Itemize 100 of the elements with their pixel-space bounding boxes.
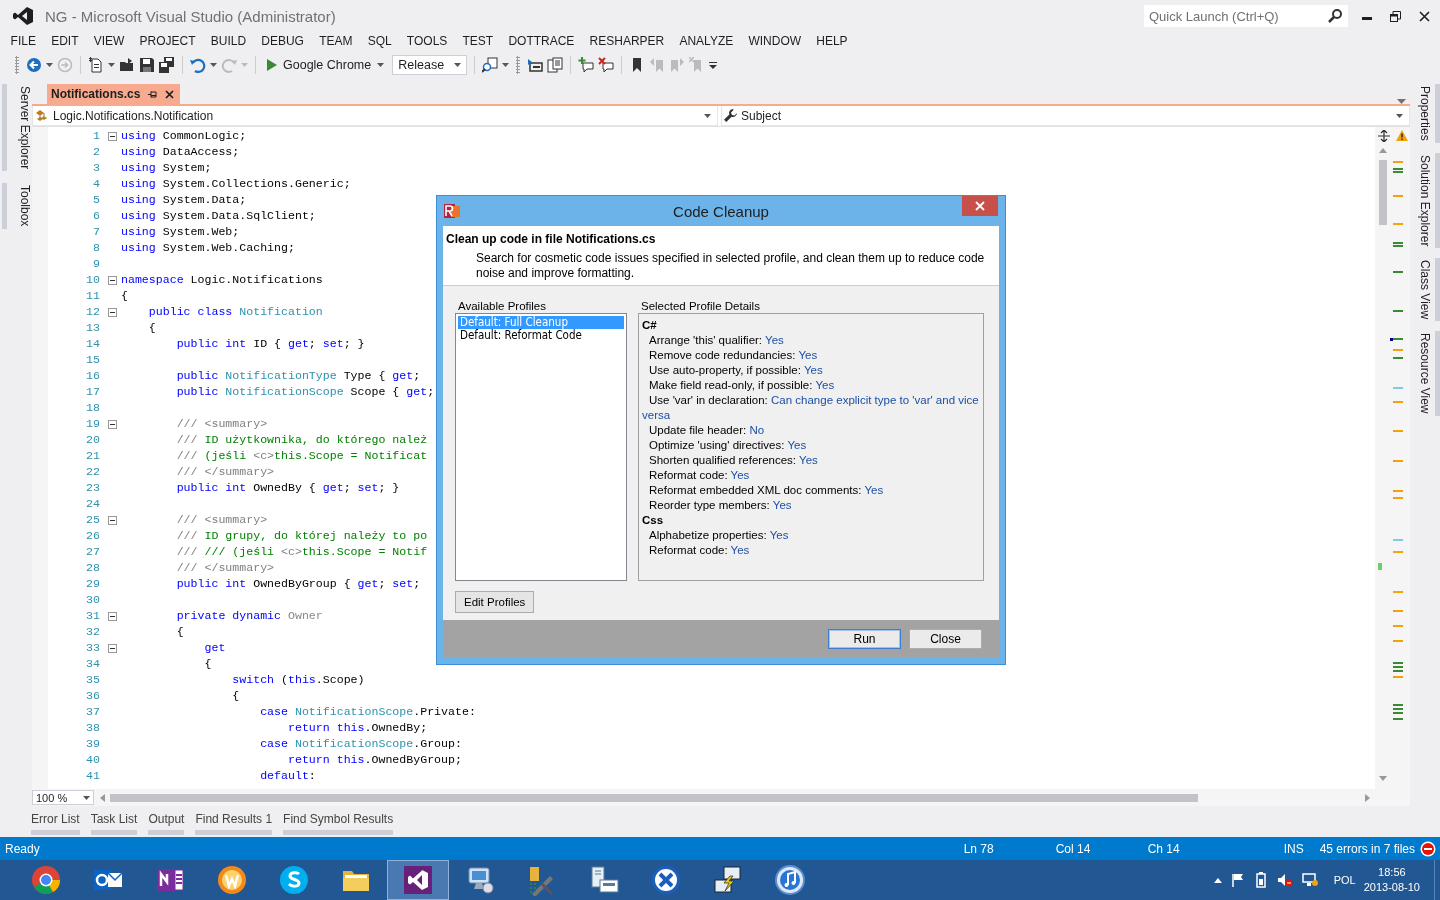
code-line: using System.Web.Caching; [121,240,295,256]
chevron-up-icon[interactable] [1213,877,1222,883]
document-tab[interactable]: Notifications.cs [47,84,181,104]
caret-icon[interactable] [1396,113,1403,118]
menu-item[interactable]: TOOLS [399,34,455,48]
code-line: get [203,640,226,656]
side-tab[interactable]: Properties [1415,84,1440,143]
caret-icon[interactable] [83,795,90,800]
menu-item[interactable]: PROJECT [131,34,204,48]
cross-circle-icon[interactable] [650,864,682,896]
undo-icon[interactable] [190,57,206,73]
code-line: namespace Logic.Notifications [121,272,323,288]
close-icon[interactable] [165,89,175,99]
music-icon[interactable] [774,864,806,896]
overflow-icon[interactable] [709,60,718,70]
remove-comment-icon[interactable] [598,57,615,73]
browser-icon[interactable] [30,864,62,896]
tab-list-icon[interactable] [1397,99,1406,104]
connection-icon[interactable] [712,864,744,896]
profile-setting: Reformat embedded XML doc comments: Yes [648,483,885,498]
menu-item[interactable]: ANALYZE [671,34,741,48]
add-comment-icon[interactable] [578,57,595,73]
menu-item[interactable]: DOTTRACE [500,34,582,48]
clock-time[interactable]: 18:56 [1378,865,1406,880]
close-button[interactable] [962,196,998,216]
error-count[interactable]: 45 errors in 7 files [1319,841,1415,856]
restore-icon[interactable] [1390,10,1401,22]
code-line: /// </summary> [175,560,275,576]
code-line: using System.Web; [121,224,240,240]
network-icon[interactable] [1301,873,1318,887]
caret-icon[interactable] [210,63,217,67]
insert-mode-indicator: INS [1283,841,1304,856]
menu-item[interactable]: FILE [3,34,44,48]
computer-icon[interactable] [588,864,620,896]
collapse-icon[interactable] [108,611,117,621]
quick-launch-field[interactable]: Quick Launch (Ctrl+Q) [1144,5,1348,27]
chat-icon[interactable] [278,864,310,896]
collapse-icon[interactable] [108,515,117,525]
collapse-icon[interactable] [108,307,117,317]
clock-date[interactable]: 2013-08-10 [1363,880,1420,895]
line-number: 40 [86,753,100,766]
language-indicator[interactable]: POL [1333,874,1356,886]
flag-icon[interactable] [1230,873,1245,887]
infinity-icon[interactable] [402,864,434,896]
dialog-button[interactable]: Close [909,629,982,649]
pin-icon[interactable] [148,89,158,99]
code-line: private dynamic Owner [175,608,323,624]
save-icon[interactable] [139,57,155,73]
code-line: using System.Collections.Generic; [121,176,351,192]
new-project-icon[interactable] [88,57,104,73]
zoom-dropdown[interactable]: 100 % [32,790,94,805]
side-tab[interactable]: Class View [1415,258,1440,322]
caret-icon[interactable] [502,63,510,67]
caret-icon[interactable] [704,113,711,118]
warning-icon[interactable] [1396,130,1408,141]
error-icon[interactable] [1420,840,1436,857]
code-line: /// </summary> [175,464,275,480]
speaker-muted-icon[interactable] [1276,873,1293,887]
menu-item[interactable]: EDIT [43,34,87,48]
battery-icon[interactable] [1253,872,1268,888]
caret-icon[interactable] [377,63,385,67]
menu-item[interactable]: WINDOW [740,34,809,48]
round-app-icon[interactable] [216,864,248,896]
section-heading: C# [642,318,658,333]
code-line: { [175,624,184,640]
configuration-dropdown[interactable]: Release [392,55,468,75]
side-tab[interactable]: Solution Explorer [1415,152,1440,249]
profile-item[interactable]: Default: Reformat Code [458,329,624,342]
find-icon[interactable] [482,57,499,73]
menu-item[interactable]: TEST [454,34,501,48]
back-icon[interactable] [26,57,42,73]
dialog-button[interactable]: Run [828,629,901,649]
type-dropdown[interactable]: Logic.Notifications.Notification [32,106,718,126]
collapse-icon[interactable] [108,643,117,653]
start-button[interactable]: Google Chrome [263,56,389,74]
code-line: /// /// (jeśli <c>this.Scope = Notif [175,544,428,560]
side-tab[interactable]: Resource View [1415,331,1440,416]
code-line: /// ID użytkownika, do którego należ [175,432,428,448]
member-dropdown[interactable]: Subject [721,106,1410,126]
menu-item[interactable]: TEAM [311,34,361,48]
collapse-icon[interactable] [108,131,117,141]
dialog-description: Search for cosmetic code issues specified in selected profile, and clean them up to reduce code noise and improve formatting. [475,251,986,281]
line-number: 25 [86,513,100,526]
line-number: 18 [86,401,100,414]
save-all-icon[interactable] [159,57,175,73]
caret-icon[interactable] [108,63,115,67]
caret-icon[interactable] [46,63,53,67]
split-icon[interactable] [1378,130,1390,142]
menu-item[interactable]: HELP [808,34,856,48]
collapse-icon[interactable] [108,275,117,285]
menu-item[interactable]: RESHARPER [581,34,672,48]
search-icon[interactable] [1328,9,1342,23]
menu-item[interactable]: BUILD [203,34,254,48]
menu-item[interactable]: DEBUG [253,34,312,48]
edit-profiles-button[interactable]: Edit Profiles [455,591,535,613]
close-icon[interactable] [1419,10,1430,22]
caret-icon[interactable] [454,63,462,67]
menu-item[interactable]: SQL [360,34,400,48]
collapse-icon[interactable] [108,419,117,429]
menu-item[interactable]: VIEW [86,34,132,48]
